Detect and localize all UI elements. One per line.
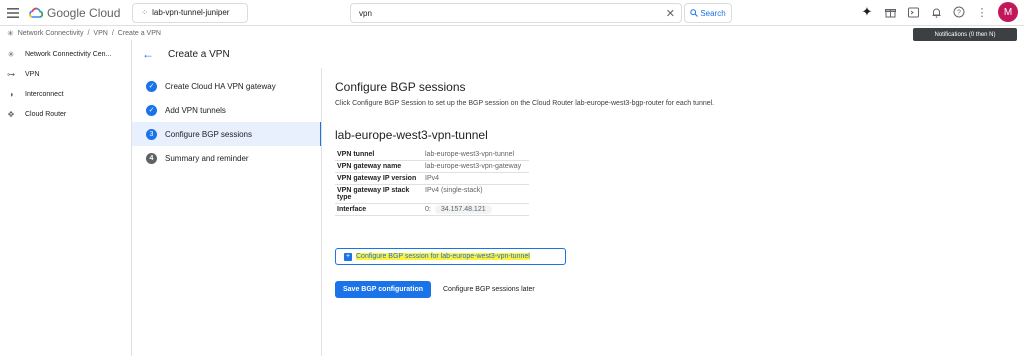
google-cloud-logo[interactable]: Google Cloud [28, 6, 120, 20]
step-label: Configure BGP sessions [165, 129, 253, 139]
breadcrumb-item[interactable]: VPN [93, 30, 107, 37]
configure-later-button[interactable]: Configure BGP sessions later [443, 281, 535, 298]
project-name: lab-vpn-tunnel-juniper [152, 8, 230, 17]
step-number: 4 [146, 152, 157, 164]
table-row: VPN gateway name lab-europe-west3-vpn-ga… [335, 160, 529, 173]
detail-key: VPN gateway name [335, 160, 423, 173]
tunnel-details-table: VPN tunnel lab-europe-west3-vpn-tunnel V… [335, 149, 529, 216]
clear-search-icon[interactable]: ✕ [666, 7, 675, 20]
step-label: Summary and reminder [165, 153, 249, 163]
brand-name: Google Cloud [47, 5, 121, 20]
menu-icon[interactable] [0, 0, 26, 26]
configure-bgp-session-button[interactable]: + Configure BGP session for lab-europe-w… [335, 248, 566, 265]
table-row: VPN gateway IP version IPv4 [335, 172, 529, 185]
project-picker[interactable]: ⁘ lab-vpn-tunnel-juniper [132, 2, 249, 23]
detail-key: VPN gateway IP version [335, 172, 423, 185]
section-description: Click Configure BGP Session to set up th… [335, 100, 715, 107]
detail-key: Interface [335, 203, 423, 216]
svg-text:?: ? [957, 10, 961, 17]
section-title: Configure BGP sessions [335, 80, 466, 94]
cloud-shell-icon[interactable] [906, 5, 920, 19]
breadcrumb-item: Create a VPN [117, 29, 161, 37]
avatar[interactable]: M [998, 2, 1018, 22]
gemini-sparkle-icon[interactable]: ✦ [860, 4, 874, 19]
sidebar-item-cloud-router[interactable]: ✥ Cloud Router [0, 104, 132, 124]
side-nav: ✳ Network Connectivity Cen... ⊶ VPN ◑ In… [0, 44, 132, 124]
detail-value: lab-europe-west3-vpn-gateway [423, 160, 529, 173]
detail-value: lab-europe-west3-vpn-tunnel [423, 149, 529, 161]
step-create-gateway[interactable]: ✓ Create Cloud HA VPN gateway [132, 74, 322, 98]
notifications-icon[interactable] [929, 5, 943, 19]
step-number: 3 [146, 128, 157, 140]
step-summary[interactable]: 4 Summary and reminder [132, 146, 322, 170]
wizard-stepper: ✓ Create Cloud HA VPN gateway ✓ Add VPN … [132, 74, 322, 170]
check-icon: ✓ [146, 104, 157, 116]
top-bar: Google Cloud ⁘ lab-vpn-tunnel-juniper vp… [0, 0, 1024, 26]
page-header: ← Create a VPN [132, 40, 1024, 68]
page-title: Create a VPN [168, 48, 230, 60]
sidebar-item-network-connectivity[interactable]: ✳ Network Connectivity Cen... [0, 44, 132, 64]
interface-number: 0: [425, 206, 431, 213]
search-input[interactable]: vpn ✕ [350, 3, 682, 23]
vpn-icon: ⊶ [7, 69, 15, 79]
sidebar-item-interconnect[interactable]: ◑ Interconnect [0, 84, 132, 104]
search-button[interactable]: Search [684, 3, 732, 23]
step-label: Create Cloud HA VPN gateway [165, 81, 276, 91]
detail-value: 0: 34.157.48.121 [423, 203, 529, 216]
detail-key: VPN gateway IP stack type [335, 184, 423, 204]
step-add-tunnels[interactable]: ✓ Add VPN tunnels [132, 98, 322, 122]
search-button-label: Search [700, 8, 726, 18]
add-icon: + [344, 252, 352, 261]
interconnect-icon: ◑ [8, 89, 14, 99]
table-row: VPN tunnel lab-europe-west3-vpn-tunnel [335, 149, 529, 161]
back-arrow-icon[interactable]: ← [142, 47, 154, 61]
breadcrumb-separator: / [111, 29, 114, 37]
check-icon: ✓ [146, 80, 157, 92]
detail-key: VPN tunnel [335, 149, 423, 161]
project-icon: ⁘ [141, 8, 149, 17]
sidebar-item-vpn[interactable]: ⊶ VPN [0, 64, 132, 84]
search-icon [690, 9, 699, 17]
sidebar-item-label: Cloud Router [25, 110, 67, 118]
sidebar-item-label: VPN [25, 70, 40, 78]
step-configure-bgp[interactable]: 3 Configure BGP sessions [132, 122, 322, 146]
step-label: Add VPN tunnels [165, 105, 226, 115]
table-row: Interface 0: 34.157.48.121 [335, 203, 529, 216]
main-content: Configure BGP sessions Click Configure B… [335, 80, 714, 216]
network-connectivity-icon: ✳ [7, 49, 15, 59]
breadcrumb-item[interactable]: Network Connectivity [18, 30, 84, 37]
table-row: VPN gateway IP stack type IPv4 (single-s… [335, 184, 529, 204]
sidebar-item-label: Network Connectivity Cen... [25, 50, 112, 58]
gift-icon[interactable] [883, 5, 897, 19]
stepper-divider [321, 68, 322, 356]
cloud-logo-icon [29, 7, 44, 18]
cloud-router-icon: ✥ [7, 109, 15, 119]
ip-address-chip: 34.157.48.121 [434, 205, 492, 214]
configure-bgp-label: Configure BGP session for lab-europe-wes… [356, 253, 530, 260]
more-vert-icon[interactable]: ⋮ [975, 5, 989, 19]
save-bgp-configuration-button[interactable]: Save BGP configuration [335, 281, 431, 298]
help-icon[interactable]: ? [952, 5, 966, 19]
detail-value: IPv4 (single-stack) [423, 184, 529, 204]
search-value: vpn [359, 8, 372, 18]
breadcrumb: ✳ Network Connectivity / VPN / Create a … [0, 26, 1024, 40]
sidebar-item-label: Interconnect [25, 90, 64, 98]
breadcrumb-separator: / [87, 29, 90, 37]
detail-value: IPv4 [423, 172, 529, 185]
tunnel-title: lab-europe-west3-vpn-tunnel [335, 128, 488, 142]
network-connectivity-icon: ✳ [7, 28, 14, 38]
